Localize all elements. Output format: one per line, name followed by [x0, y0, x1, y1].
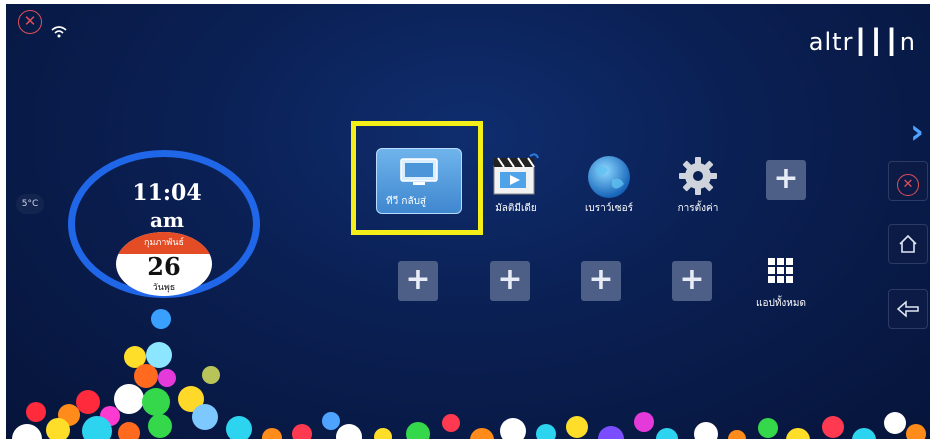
- calendar-weekday: วันพุธ: [152, 283, 176, 293]
- clock-ampm: am: [149, 208, 185, 232]
- calendar-month: กุมภาพันธ์: [116, 232, 212, 254]
- back-button[interactable]: [888, 289, 928, 329]
- temperature-badge: 5°C: [16, 194, 44, 214]
- add-app-button[interactable]: +: [581, 261, 621, 301]
- add-app-button[interactable]: +: [672, 261, 712, 301]
- chevron-right-icon[interactable]: ›: [910, 112, 924, 152]
- brand-logo: altr┃┃┃n: [808, 28, 916, 56]
- grid-icon[interactable]: [768, 258, 794, 284]
- wifi-icon: [51, 26, 67, 38]
- close-icon[interactable]: ✕: [18, 10, 42, 34]
- close-button[interactable]: ✕: [888, 161, 928, 201]
- home-button[interactable]: [888, 224, 928, 264]
- calendar-widget[interactable]: กุมภาพันธ์ 26 วันพุธ: [116, 232, 212, 296]
- app-label-all-apps: แอปทั้งหมด: [756, 298, 806, 309]
- app-label-settings: การตั้งค่า: [677, 203, 719, 214]
- clock-time: 11:04: [132, 180, 202, 206]
- globe-icon[interactable]: [586, 154, 632, 200]
- add-app-button[interactable]: +: [766, 160, 806, 200]
- app-label-tv: ทีวี กลับสู่: [386, 196, 427, 207]
- add-app-button[interactable]: +: [490, 261, 530, 301]
- gear-icon[interactable]: [676, 154, 720, 198]
- app-label-multimedia: มัลติมีเดีย: [495, 203, 537, 214]
- close-circle-icon: ✕: [897, 174, 919, 196]
- home-icon: [899, 234, 917, 253]
- tv-icon: [400, 158, 438, 185]
- add-app-button[interactable]: +: [398, 261, 438, 301]
- back-arrow-icon: [896, 300, 919, 318]
- tv-home-screen: ✕ altr┃┃┃n 5°C 11:04 am กุมภาพันธ์ 26 วั…: [6, 4, 930, 439]
- app-label-browser: เบราว์เซอร์: [585, 203, 633, 214]
- calendar-day: 26: [147, 252, 181, 281]
- clapperboard-icon[interactable]: [490, 152, 542, 196]
